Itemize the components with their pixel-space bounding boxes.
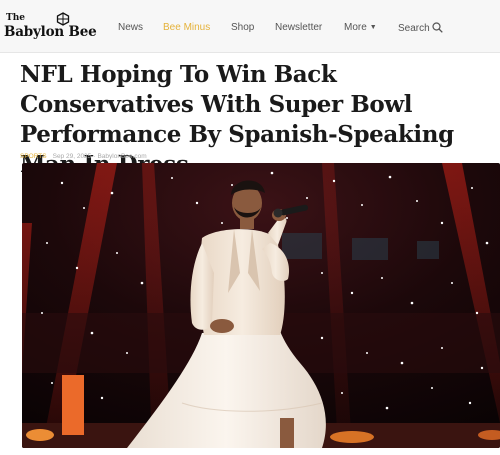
nav-bee-minus[interactable]: Bee Minus — [163, 22, 210, 33]
article-meta: SPORTS Sep 29, 2025 · BabylonBee.com — [20, 153, 147, 160]
nav-search-label: Search — [398, 23, 430, 34]
logo-top-text: The — [6, 13, 25, 23]
nav-more[interactable]: More ▼ — [344, 22, 377, 33]
site-header: The Babylon Bee News Bee Minus Shop News… — [0, 0, 500, 53]
nav-newsletter[interactable]: Newsletter — [275, 22, 322, 33]
site-logo[interactable]: The Babylon Bee — [4, 12, 100, 43]
nav-more-label: More — [344, 22, 367, 33]
nav-search[interactable]: Search — [398, 22, 443, 34]
article-category[interactable]: SPORTS — [20, 153, 47, 160]
article-source: BabylonBee.com — [97, 153, 147, 160]
article-hero-image[interactable] — [22, 163, 500, 448]
nav-news[interactable]: News — [118, 22, 143, 33]
article-headline[interactable]: NFL Hoping To Win Back Conservatives Wit… — [20, 60, 500, 180]
logo-name-text: Babylon Bee — [4, 24, 97, 40]
search-icon — [432, 22, 443, 33]
nav-shop[interactable]: Shop — [231, 22, 254, 33]
chevron-down-icon: ▼ — [369, 24, 377, 31]
page-bottom-edge — [0, 448, 500, 455]
article-date: Sep 29, 2025 — [52, 153, 92, 160]
meta-separator: · — [93, 153, 96, 160]
hero-image-illustration — [22, 163, 500, 448]
